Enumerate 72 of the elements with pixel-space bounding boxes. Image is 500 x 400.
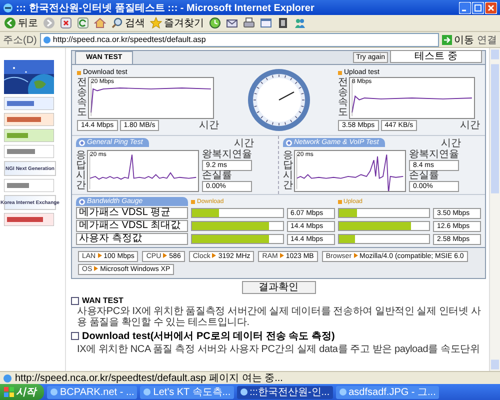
back-icon (4, 17, 16, 29)
arrow-icon (280, 253, 284, 258)
description-text: IX에 위치한 NCA 품질 측정 서버와 사용자 PC간의 실제 data를 주고 받은 payload를 속도단위 (76, 344, 481, 355)
arrow-icon (442, 34, 452, 44)
banner[interactable] (4, 179, 54, 192)
links-label[interactable]: 연결 (477, 32, 497, 46)
taskbar-button[interactable]: :::한국전산원-인... (236, 386, 333, 398)
row-label: 사용자 측정값 (76, 233, 188, 245)
search-icon (111, 17, 123, 29)
star-icon (150, 17, 162, 29)
arrow-icon (94, 266, 98, 271)
edit-icon[interactable] (260, 17, 272, 29)
section-heading: WAN TEST (82, 296, 124, 305)
banner[interactable] (4, 97, 54, 110)
address-field[interactable]: http://speed.nca.or.kr/speedtest/default.asp (40, 32, 439, 46)
banner[interactable] (4, 213, 54, 226)
minimize-icon[interactable] (459, 2, 471, 14)
gauge-drawing (246, 67, 312, 133)
status-field: 테스트 중 (390, 50, 482, 63)
go-button[interactable]: 이동 (442, 32, 474, 46)
arrow-icon (354, 253, 358, 258)
refresh-icon[interactable] (77, 17, 89, 29)
banner[interactable] (4, 145, 54, 158)
window-title: ::: 한국전산원-인터넷 품질테스트 ::: - Microsoft Internet Explorer (16, 2, 316, 14)
axis-label: 응답시간 (76, 151, 86, 191)
plus-icon (79, 198, 85, 204)
arrow-icon (163, 253, 168, 258)
address-label: 주소(D) (3, 34, 37, 46)
banner[interactable] (4, 113, 54, 126)
arrow-icon (212, 253, 216, 258)
loss-label: 손실률 (409, 171, 440, 181)
forward-icon[interactable] (43, 17, 55, 29)
history-icon[interactable] (209, 17, 221, 29)
latency-label: 왕복지연율 (202, 150, 252, 160)
app-icon (143, 388, 152, 396)
printer-icon[interactable] (243, 17, 255, 29)
flag-icon (4, 387, 14, 397)
section-heading: Download test(서버에서 PC로의 데이터 전송 속도 측정) (82, 330, 335, 343)
mail-icon[interactable] (226, 17, 238, 29)
plus-icon (286, 140, 292, 146)
time-axis-label: 시간 (441, 138, 461, 149)
film-icon[interactable] (277, 17, 289, 29)
axis-label: 전송속도 (338, 78, 348, 118)
row-label: 메가패스 VDSL 최대값 (76, 220, 188, 232)
favorites-button[interactable]: 즐겨찾기 (150, 16, 204, 30)
time-axis-label: 시간 (199, 120, 219, 131)
axis-label: 전송속도 (77, 78, 87, 118)
loss-label: 손실률 (202, 171, 233, 181)
app-icon (240, 388, 248, 396)
app-icon (338, 388, 347, 396)
search-button[interactable]: 검색 (111, 16, 145, 30)
time-axis-label: 시간 (234, 138, 254, 149)
maximize-icon[interactable] (472, 2, 484, 14)
time-axis-label: 시간 (460, 120, 480, 131)
arrow-icon (98, 253, 102, 258)
description-text: 사용자PC와 IX에 위치한 품질측정 서버간에 실제 데이터를 전송하여 일반적인 실제 인터넷 사용 품질을 확인할 수 있는 테스트입니다. (76, 306, 482, 328)
bullet-icon (71, 332, 79, 340)
row-label: 메가패스 VDSL 평균 (76, 207, 188, 219)
home-icon[interactable] (94, 17, 106, 29)
people-icon[interactable] (294, 17, 306, 29)
result-button[interactable]: 결과확인 (242, 281, 316, 294)
status-text: http://speed.nca.or.kr/speedtest/default.asp 페이지 여는 중... (15, 372, 283, 385)
bullet-icon (71, 296, 79, 304)
back-button[interactable]: 뒤로 (4, 16, 38, 30)
stop-icon[interactable] (60, 17, 72, 29)
latency-label: 왕복지연율 (409, 150, 459, 160)
scrollbar[interactable] (489, 48, 500, 371)
axis-label: 응답시간 (283, 151, 293, 191)
app-icon (50, 388, 58, 396)
plus-icon (79, 140, 85, 146)
close-icon[interactable] (485, 2, 497, 14)
banner[interactable] (4, 129, 54, 142)
